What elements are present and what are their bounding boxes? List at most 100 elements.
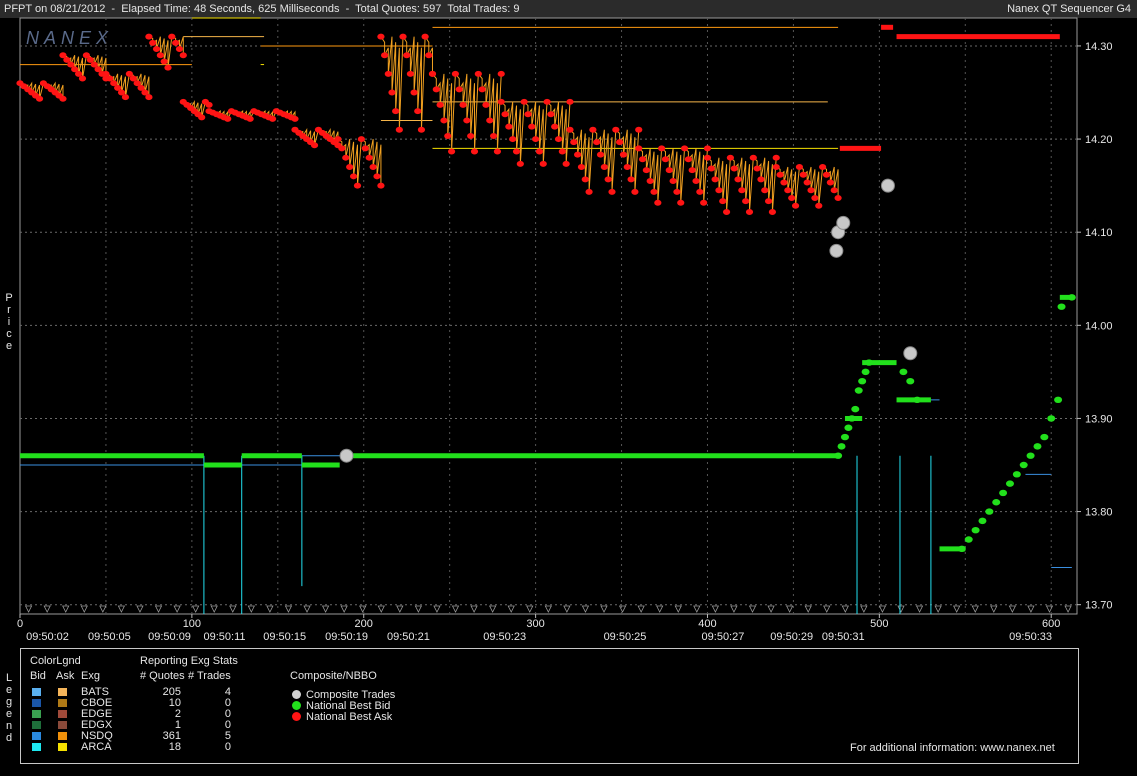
best-ask-point <box>574 151 582 158</box>
time-label: 09:50:27 <box>702 631 745 643</box>
best-bid-point <box>957 545 966 553</box>
quotes-col-header: # Quotes <box>140 670 185 682</box>
best-ask-point <box>59 95 67 102</box>
best-ask-point <box>703 145 712 152</box>
best-ask-point <box>373 173 381 180</box>
best-ask-point <box>730 165 738 172</box>
bid-swatch <box>32 732 41 740</box>
x-tick-label: 0 <box>17 618 23 630</box>
best-bid-point <box>971 526 980 534</box>
best-ask-point <box>822 171 831 178</box>
best-ask-point <box>658 145 666 152</box>
best-ask-point <box>168 33 176 40</box>
best-ask-point <box>497 70 505 77</box>
best-ask-point <box>596 151 605 158</box>
x-tick-label: 300 <box>526 618 544 630</box>
composite-trade-point <box>903 346 918 361</box>
best-ask-point <box>463 117 471 124</box>
best-ask-point <box>551 123 559 130</box>
best-ask-point <box>745 209 754 216</box>
best-bid-point <box>1047 415 1056 422</box>
best-ask-point <box>764 198 773 205</box>
best-ask-point <box>696 188 704 195</box>
trades-col-header: # Trades <box>188 670 231 682</box>
ask-swatch <box>58 688 67 696</box>
x-tick-label: 100 <box>183 618 201 630</box>
best-bid-point <box>964 536 973 543</box>
best-ask-point <box>459 101 467 108</box>
time-label: 09:50:29 <box>770 631 813 643</box>
time-label: 09:50:21 <box>387 631 430 643</box>
best-bid-point <box>834 452 843 459</box>
best-ask-point <box>478 86 486 93</box>
best-ask-point <box>807 187 815 194</box>
best-ask-point <box>768 209 777 216</box>
best-ask-point <box>198 114 206 121</box>
best-ask-point <box>338 145 346 152</box>
best-ask-point <box>646 177 654 184</box>
best-ask-point <box>497 98 505 105</box>
y-tick-label: 14.20 <box>1085 134 1113 146</box>
best-bid-point <box>837 443 846 450</box>
y-tick-label: 14.30 <box>1085 41 1113 53</box>
best-bid-point <box>1067 294 1076 301</box>
best-bid-point <box>1040 433 1049 441</box>
best-ask-point <box>558 148 566 155</box>
price-axis-label: Price <box>5 292 13 352</box>
best-ask-point <box>788 195 796 202</box>
best-ask-point <box>384 70 392 77</box>
best-ask-point <box>395 126 403 133</box>
best-ask-point <box>447 148 456 155</box>
best-ask-point <box>642 167 650 174</box>
best-ask-point <box>451 70 460 77</box>
best-ask-point <box>811 195 819 202</box>
best-ask-point <box>803 179 811 186</box>
best-ask-point <box>688 167 696 174</box>
best-bid-point <box>978 517 987 525</box>
best-ask-point <box>726 154 734 161</box>
best-ask-point <box>482 101 490 108</box>
best-ask-point <box>353 182 362 189</box>
best-ask-point <box>673 188 681 195</box>
composite-trade-point <box>829 243 844 258</box>
quote-count: 18 <box>168 741 181 753</box>
ask-swatch <box>58 710 67 718</box>
best-ask-point <box>528 123 536 130</box>
best-ask-point <box>543 98 551 105</box>
best-ask-point <box>145 33 153 40</box>
time-label: 09:50:05 <box>88 631 131 643</box>
y-tick-label: 13.70 <box>1085 600 1113 612</box>
best-bid-point <box>847 415 856 422</box>
best-ask-point <box>414 108 422 115</box>
best-ask-point <box>700 199 708 206</box>
best-ask-point <box>509 136 517 143</box>
bid-col-header: Bid <box>30 670 46 682</box>
best-bid-point <box>840 433 849 441</box>
best-ask-point <box>501 111 509 118</box>
best-ask-point <box>377 33 385 40</box>
composite-trade-point <box>836 215 851 230</box>
best-ask-point <box>589 126 597 133</box>
best-ask-point <box>334 136 342 143</box>
best-ask-point <box>520 98 528 105</box>
best-ask-point <box>410 89 418 96</box>
best-ask-point <box>577 164 586 170</box>
best-ask-point <box>160 58 168 65</box>
best-ask-point <box>425 52 433 59</box>
best-ask-point <box>834 195 842 202</box>
best-ask-point <box>35 95 44 102</box>
time-label: 09:50:09 <box>148 631 191 643</box>
best-ask-point <box>593 139 601 146</box>
trade-count: 0 <box>224 741 231 753</box>
best-ask-point <box>692 177 700 184</box>
watermark-logo: NANEX <box>26 28 113 48</box>
composite-dot-icon <box>292 701 301 710</box>
bid-swatch <box>32 699 41 707</box>
best-ask-point <box>470 148 479 155</box>
best-ask-point <box>493 148 502 155</box>
best-ask-point <box>346 164 354 170</box>
best-ask-point <box>619 151 628 158</box>
best-ask-point <box>145 94 153 101</box>
color-legend-title: ColorLgnd <box>30 655 81 667</box>
time-label: 09:50:02 <box>26 631 69 643</box>
